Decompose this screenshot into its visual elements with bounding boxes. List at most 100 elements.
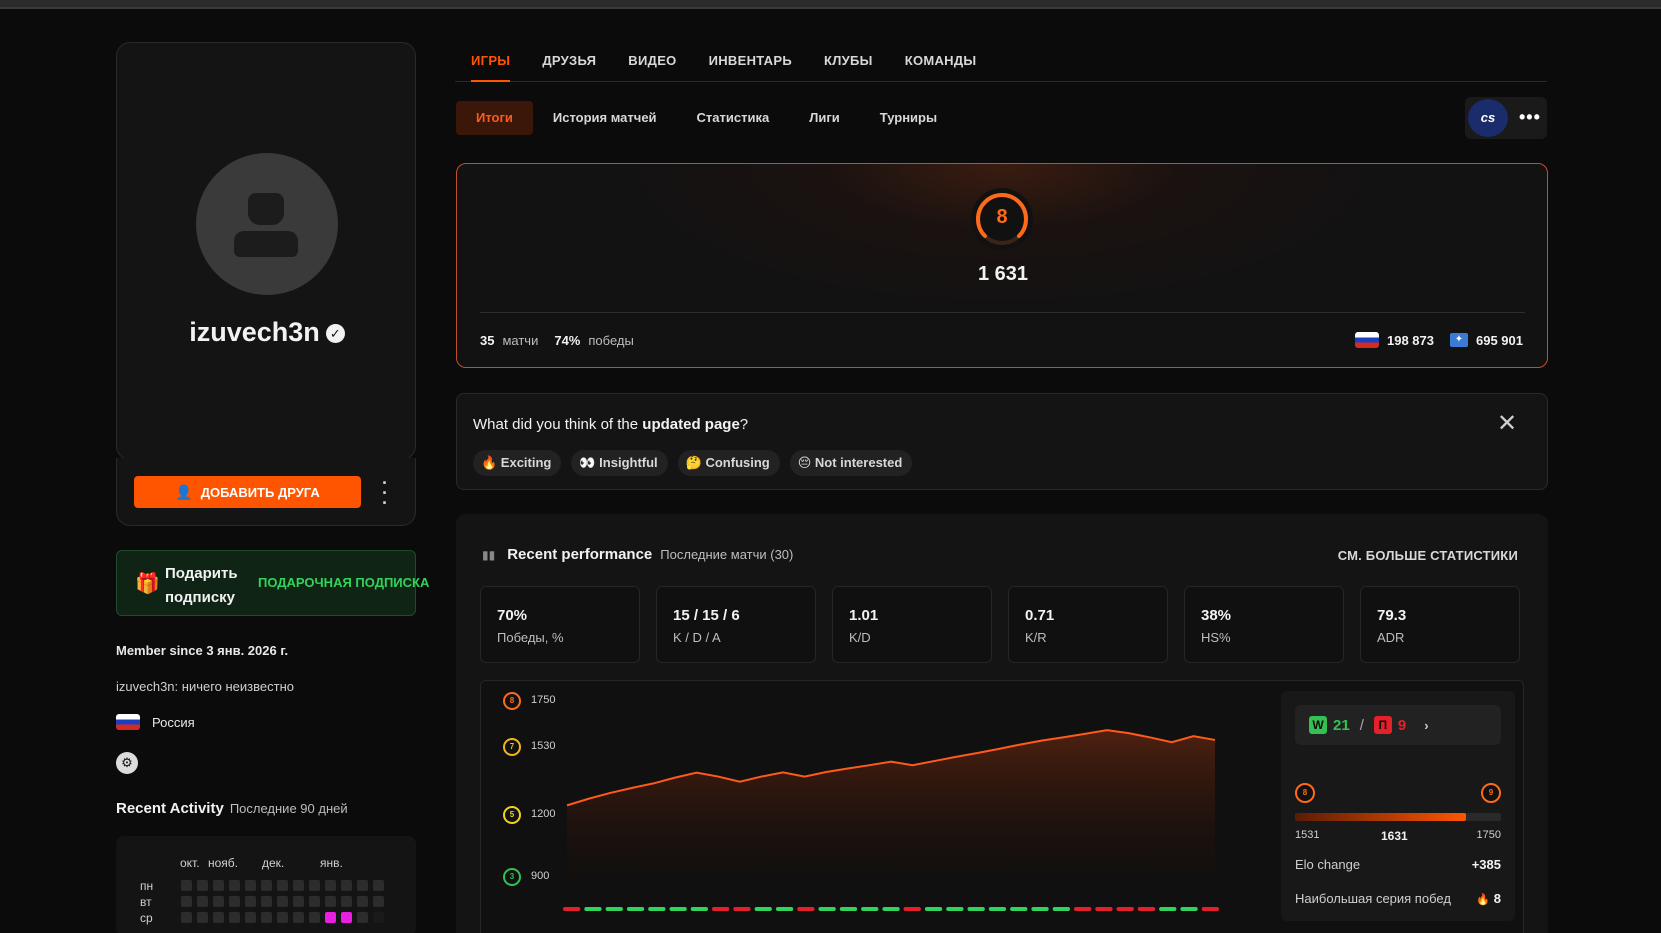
subtab-match-history[interactable]: История матчей: [533, 101, 677, 135]
tab-games[interactable]: ИГРЫ: [471, 52, 511, 82]
stat-tile-kr: 0.71 K/R: [1008, 586, 1168, 663]
subtab-summary[interactable]: Итоги: [456, 101, 533, 135]
match-loss-marker[interactable]: [1074, 907, 1092, 911]
cs2-icon[interactable]: cs: [1468, 99, 1508, 137]
add-friend-label: ДОБАВИТЬ ДРУГА: [200, 484, 320, 500]
match-win-marker[interactable]: [690, 907, 708, 911]
region-rank[interactable]: ✦ 695 901: [1450, 333, 1523, 348]
steam-icon[interactable]: ⚙: [116, 752, 138, 774]
match-win-marker[interactable]: [1159, 907, 1177, 911]
recent-performance-subtitle: Последние матчи (30): [660, 547, 794, 562]
feedback-question-prefix: What did you think of the: [473, 416, 639, 433]
reaction-buttons: 🔥 Exciting 👀 Insightful 🤔 Confusing 😔 No…: [473, 450, 913, 476]
divider: [480, 312, 1525, 313]
match-loss-marker[interactable]: [1137, 907, 1156, 911]
activity-cell: [245, 880, 256, 891]
activity-cell: [181, 880, 192, 891]
win-badge: W: [1309, 716, 1327, 734]
subtab-leagues[interactable]: Лиги: [789, 101, 860, 135]
match-win-marker[interactable]: [626, 907, 645, 911]
stat-label: HS%: [1201, 630, 1231, 645]
activity-cell: [261, 896, 272, 907]
match-loss-marker[interactable]: [903, 907, 921, 911]
activity-cell: [293, 880, 304, 891]
match-win-marker[interactable]: [818, 907, 836, 911]
match-win-marker[interactable]: [946, 907, 964, 911]
subtab-tournaments[interactable]: Турниры: [860, 101, 957, 135]
reaction-exciting[interactable]: 🔥 Exciting: [473, 450, 562, 476]
subtab-statistics[interactable]: Статистика: [677, 101, 790, 135]
match-loss-marker[interactable]: [563, 907, 581, 911]
match-win-marker[interactable]: [754, 907, 772, 911]
stat-label: Победы, %: [497, 630, 564, 645]
match-loss-marker[interactable]: [712, 907, 730, 911]
more-vertical-icon[interactable]: · · ·: [381, 474, 389, 512]
tab-teams[interactable]: КОМАНДЫ: [905, 52, 977, 82]
tab-clubs[interactable]: КЛУБЫ: [824, 52, 873, 82]
elo-value: 1 631: [977, 263, 1029, 285]
username: izuvech3n ✓: [117, 317, 417, 348]
game-switcher[interactable]: cs •••: [1465, 97, 1547, 139]
add-friend-button[interactable]: 👤 ДОБАВИТЬ ДРУГА: [134, 476, 361, 508]
activity-cell: [197, 912, 208, 923]
gift-subscription-card[interactable]: 🎁 Подарить подписку ПОДАРОЧНАЯ ПОДПИСКА: [116, 550, 429, 616]
match-win-marker[interactable]: [988, 907, 1007, 911]
activity-cell: [325, 896, 336, 907]
gift-subscription-link[interactable]: ПОДАРОЧНАЯ ПОДПИСКА: [258, 575, 429, 590]
stat-value: 70%: [497, 607, 528, 624]
month-label: дек.: [262, 856, 285, 870]
match-loss-marker[interactable]: [1201, 907, 1219, 911]
match-win-marker[interactable]: [605, 907, 623, 911]
more-horizontal-icon[interactable]: •••: [1519, 107, 1541, 128]
match-win-marker[interactable]: [861, 907, 879, 911]
stat-tile-hs: 38% HS%: [1184, 586, 1344, 663]
activity-cell: [309, 912, 320, 923]
match-loss-marker[interactable]: [733, 907, 751, 911]
month-label: нояб.: [208, 856, 239, 870]
activity-cell: [325, 912, 336, 923]
match-win-marker[interactable]: [839, 907, 858, 911]
range-max: 1750: [1476, 829, 1501, 841]
stat-value: 0.71: [1025, 607, 1055, 624]
tab-friends[interactable]: ДРУЗЬЯ: [542, 52, 596, 82]
tab-inventory[interactable]: ИНВЕНТАРЬ: [709, 52, 792, 82]
match-win-marker[interactable]: [1031, 907, 1049, 911]
match-win-marker[interactable]: [1180, 907, 1198, 911]
match-win-marker[interactable]: [775, 907, 794, 911]
activity-cell: [245, 896, 256, 907]
activity-cell: [213, 912, 224, 923]
match-loss-marker[interactable]: [1116, 907, 1134, 911]
activity-cell: [357, 880, 368, 891]
stat-tile-kd: 1.01 K/D: [832, 586, 992, 663]
match-win-marker[interactable]: [882, 907, 900, 911]
more-stats-link[interactable]: СМ. БОЛЬШЕ СТАТИСТИКИ: [1338, 548, 1518, 563]
close-icon[interactable]: ✕: [1497, 412, 1517, 436]
ranks: 198 873 ✦ 695 901: [1355, 332, 1523, 348]
match-win-marker[interactable]: [1010, 907, 1028, 911]
country-rank[interactable]: 198 873: [1355, 332, 1434, 348]
win-streak-row: Наибольшая серия побед 🔥 8: [1295, 891, 1501, 906]
winrate-value: 74%: [554, 333, 581, 348]
activity-cell: [309, 896, 320, 907]
match-loss-marker[interactable]: [797, 907, 815, 911]
country-row: Россия: [116, 714, 195, 730]
member-since: Member since 3 янв. 2026 г.: [116, 643, 289, 658]
reaction-insightful[interactable]: 👀 Insightful: [571, 450, 668, 476]
chevron-right-icon[interactable]: ›: [1424, 718, 1428, 733]
match-loss-marker[interactable]: [1095, 907, 1113, 911]
win-loss-box[interactable]: W 21 / П 9 ›: [1295, 705, 1501, 745]
stat-tiles: 70% Победы, % 15 / 15 / 6 K / D / A 1.01 K/…: [480, 586, 1520, 663]
tab-video[interactable]: ВИДЕО: [628, 52, 676, 82]
activity-cell: [325, 880, 336, 891]
reaction-confusing[interactable]: 🤔 Confusing: [677, 450, 780, 476]
match-win-marker[interactable]: [924, 907, 943, 911]
elo-side-panel: W 21 / П 9 › 8 9 1531 1631 1750 Elo chan…: [1281, 691, 1515, 921]
match-win-marker[interactable]: [648, 907, 666, 911]
match-win-marker[interactable]: [669, 907, 687, 911]
match-win-marker[interactable]: [1052, 907, 1070, 911]
level-progress-fill: [1295, 813, 1466, 821]
stat-label: K/D: [849, 630, 871, 645]
reaction-not-interested[interactable]: 😔 Not interested: [789, 450, 913, 476]
match-win-marker[interactable]: [584, 907, 602, 911]
match-win-marker[interactable]: [967, 907, 985, 911]
